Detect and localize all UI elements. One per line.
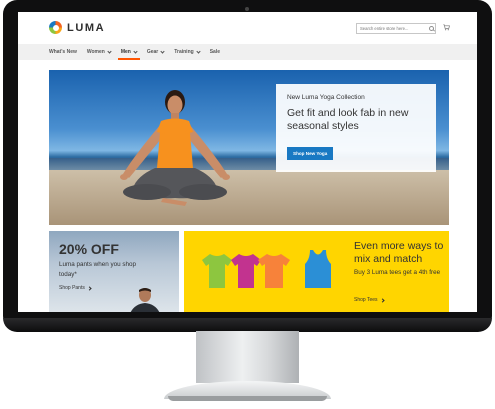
yoga-woman-image — [120, 90, 230, 206]
shop-tees-label: Shop Tees — [354, 297, 378, 303]
monitor-frame: LUMA What's New Women Men Gear Training … — [0, 0, 495, 409]
monitor-chin — [3, 318, 492, 332]
hero-promo-panel: New Luma Yoga Collection Get fit and loo… — [276, 84, 436, 172]
cart-icon[interactable] — [443, 24, 450, 31]
nav-item-whats-new[interactable]: What's New — [49, 44, 77, 60]
shop-new-yoga-button[interactable]: Shop New Yoga — [287, 147, 334, 160]
nav-item-label: Sale — [209, 49, 220, 55]
hero-banner[interactable]: New Luma Yoga Collection Get fit and loo… — [49, 70, 449, 225]
search-box — [356, 23, 436, 34]
nav-item-gear[interactable]: Gear — [146, 44, 165, 60]
shop-pants-label: Shop Pants — [59, 285, 85, 291]
nav-item-label: Men — [120, 49, 131, 55]
main-navigation: What's New Women Men Gear Training Sale — [18, 44, 477, 60]
screen: LUMA What's New Women Men Gear Training … — [18, 12, 477, 312]
logo-text: LUMA — [67, 21, 106, 34]
hero-title: Get fit and look fab in new seasonal sty… — [287, 107, 409, 132]
luma-logo-icon — [49, 21, 62, 34]
nav-item-sale[interactable]: Sale — [210, 44, 220, 60]
chevron-down-icon — [160, 48, 165, 54]
chevron-down-icon — [133, 48, 138, 54]
nav-item-women[interactable]: Women — [86, 44, 112, 60]
monitor-stand-neck — [196, 331, 299, 383]
blue-tank-image — [305, 250, 331, 288]
promo-pants[interactable]: 20% OFF Luma pants when you shop today* … — [49, 231, 179, 312]
chevron-down-icon — [196, 48, 201, 54]
chevron-right-icon — [87, 285, 92, 291]
nav-item-label: What's New — [49, 49, 77, 55]
nav-item-men[interactable]: Men — [117, 44, 140, 60]
logo[interactable]: LUMA — [49, 21, 105, 34]
monitor-stand-edge — [168, 396, 327, 401]
shop-tees-link[interactable]: Shop Tees — [354, 297, 385, 303]
green-tee-image — [202, 254, 232, 288]
man-photo-image — [130, 288, 160, 312]
promo-tees[interactable]: Even more ways to mix and match Buy 3 Lu… — [184, 231, 449, 312]
promo-pants-title: 20% OFF — [59, 241, 119, 257]
search-input[interactable] — [360, 24, 428, 33]
chevron-right-icon — [379, 297, 385, 303]
promo-tees-title: Even more ways to mix and match — [354, 240, 444, 265]
search-icon[interactable] — [429, 25, 435, 32]
chevron-down-icon — [107, 48, 112, 54]
shop-pants-link[interactable]: Shop Pants — [59, 285, 92, 291]
site-header: LUMA — [18, 12, 477, 44]
nav-item-label: Women — [86, 49, 105, 55]
hero-kicker: New Luma Yoga Collection — [287, 94, 365, 101]
promo-tees-text: Buy 3 Luma tees get a 4th free — [354, 269, 441, 276]
orange-tee-image — [258, 254, 290, 288]
nav-item-label: Gear — [146, 49, 159, 55]
nav-item-training[interactable]: Training — [174, 44, 201, 60]
camera-icon — [245, 7, 249, 11]
promo-pants-text: Luma pants when you shop today* — [59, 261, 137, 278]
nav-item-label: Training — [174, 49, 194, 55]
